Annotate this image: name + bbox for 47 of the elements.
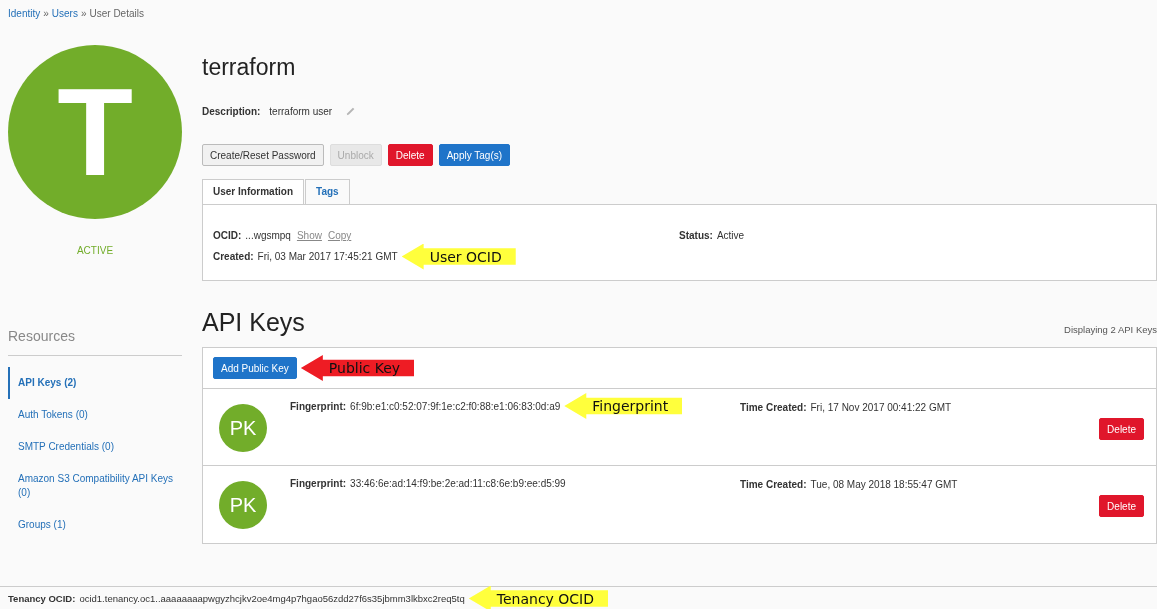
action-button[interactable]: Create/Reset Password — [202, 144, 324, 166]
breadcrumb-separator: » — [80, 8, 87, 21]
tab[interactable]: Tags — [305, 179, 350, 204]
key-avatar: PK — [219, 404, 267, 452]
sidebar-item[interactable]: Groups (1) — [8, 509, 182, 541]
show-link[interactable]: Show — [296, 230, 322, 241]
action-button[interactable]: Delete — [387, 144, 433, 166]
user-name: terraform — [202, 54, 297, 82]
breadcrumb-current: User Details — [89, 8, 144, 21]
description-text: terraform user — [269, 105, 333, 117]
user-status: ACTIVE — [76, 245, 114, 256]
ocid-value: ...wgsmpq — [245, 230, 291, 241]
add-key-button[interactable]: Add Public Key — [213, 357, 297, 379]
field-label: OCID: — [213, 230, 242, 241]
key-avatar: PK — [219, 481, 267, 529]
action-button[interactable]: Apply Tag(s) — [438, 144, 511, 166]
copy-link[interactable]: Copy — [327, 230, 352, 241]
delete-button[interactable]: Delete — [1099, 495, 1144, 517]
sidebar-item[interactable]: Amazon S3 Compatibility API Keys (0) — [8, 463, 182, 509]
tab[interactable]: User Information — [202, 179, 304, 204]
user-avatar: T — [8, 45, 182, 219]
sidebar-title: Resources — [8, 328, 182, 356]
time-value: Fri, 17 Nov 2017 00:41:22 GMT — [810, 402, 952, 413]
section-title: API Keys — [202, 308, 305, 337]
delete-button[interactable]: Delete — [1099, 418, 1144, 440]
field-label: Time Created: — [740, 402, 807, 413]
sidebar-item[interactable]: Auth Tokens (0) — [8, 399, 182, 431]
field-label: Fingerprint: — [290, 477, 347, 489]
footer-label: Tenancy OCID: — [8, 593, 76, 604]
fingerprint-value: 6f:9b:e1:c0:52:07:9f:1e:c2:f0:88:e1:06:83:0d:a9 — [350, 400, 561, 412]
field-label: Created: — [213, 251, 254, 262]
field-label: Fingerprint: — [290, 400, 347, 412]
field-label: Status: — [679, 230, 713, 241]
tenancy-value: ocid1.tenancy.oc1..aaaaaaaapwgyzhcjkv2oe4mg4p7hgao56zdd27f6s35jbmm3lkbxc2req5tq — [79, 593, 465, 604]
breadcrumb-link[interactable]: Users — [51, 8, 78, 24]
created-value: Fri, 03 Mar 2017 17:45:21 GMT — [257, 251, 398, 262]
sidebar-item[interactable]: API Keys (2) — [8, 367, 182, 399]
fingerprint-value: 33:46:6e:ad:14:f9:be:2e:ad:11:c8:6e:b9:ee:d5:99 — [350, 477, 566, 489]
sidebar-item[interactable]: SMTP Credentials (0) — [8, 431, 182, 463]
status-value: Active — [716, 230, 745, 241]
pencil-icon[interactable] — [345, 105, 357, 117]
time-value: Tue, 08 May 2018 18:55:47 GMT — [810, 479, 958, 490]
description-label: Description: — [202, 105, 261, 117]
breadcrumb-separator: » — [43, 8, 49, 21]
item-count: Displaying 2 API Keys — [1064, 324, 1157, 337]
field-label: Time Created: — [740, 479, 807, 490]
breadcrumb-link[interactable]: Identity — [8, 8, 41, 24]
